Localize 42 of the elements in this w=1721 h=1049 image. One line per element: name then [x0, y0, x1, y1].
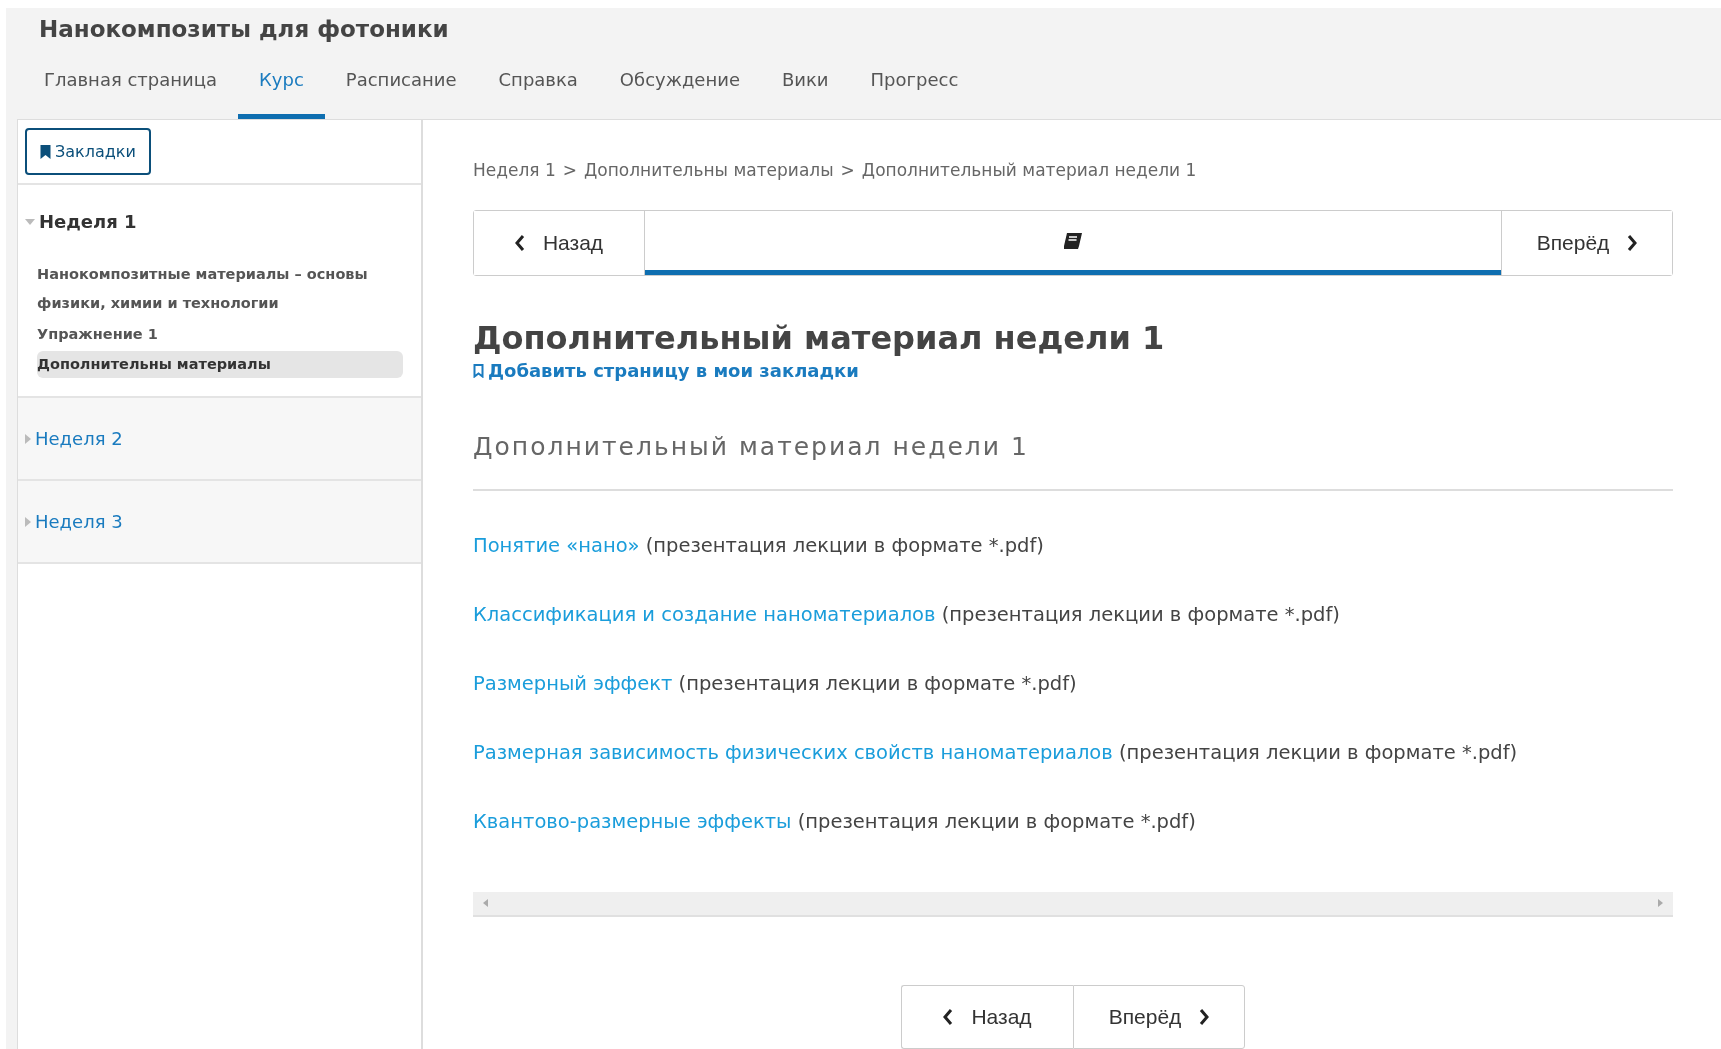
- bookmarks-button[interactable]: Закладки: [25, 128, 151, 175]
- previous-button[interactable]: Назад: [474, 211, 645, 275]
- bookmark-icon: [40, 144, 51, 159]
- breadcrumb-link[interactable]: Дополнительный материал недели 1: [861, 160, 1197, 190]
- resource-line: Квантово-размерные эффекты (презентация лекции в формате *.pdf): [473, 808, 1197, 835]
- course-tab[interactable]: Обсуждение: [598, 69, 761, 119]
- horizontal-scrollbar[interactable]: [473, 891, 1673, 917]
- caret-down-icon: [25, 218, 35, 225]
- course-tab[interactable]: Вики: [760, 69, 850, 119]
- breadcrumb-separator: >: [840, 160, 855, 182]
- chevron-right-icon: [1627, 235, 1638, 251]
- course-tab[interactable]: Расписание: [324, 69, 478, 119]
- page-title: Дополнительный материал недели 1: [473, 318, 1166, 358]
- resource-line: Размерная зависимость физических свойств наноматериалов (презентация лекции в формате *.pdf): [473, 739, 1519, 766]
- course-title: Нанокомпозиты для фотоники: [38, 15, 450, 44]
- course-tab[interactable]: Справка: [477, 69, 599, 119]
- course-tab[interactable]: Прогресс: [849, 69, 980, 119]
- book-icon: [1062, 231, 1084, 250]
- chevron-right-icon: [1199, 1008, 1210, 1025]
- chevron-left-icon: [943, 1008, 954, 1025]
- sidebar-item[interactable]: Нанокомпозитные материалы – основы физики, химии и технологии: [37, 260, 403, 318]
- breadcrumb-link[interactable]: Неделя 1: [473, 160, 556, 190]
- resource-line: Размерный эффект (презентация лекции в формате *.pdf): [473, 670, 1078, 697]
- chevron-left-icon: [514, 235, 525, 251]
- section-toggle[interactable]: Неделя 1: [25, 211, 421, 232]
- next-button[interactable]: Вперёд: [1073, 984, 1245, 1049]
- bookmark-icon: [473, 363, 484, 378]
- course-tab[interactable]: Главная страница: [23, 69, 239, 119]
- sidebar-item[interactable]: Упражнение 1: [37, 320, 403, 349]
- resource-line: Понятие «нано» (презентация лекции в формате *.pdf): [473, 532, 1045, 559]
- resource-line: Классификация и создание наноматериалов (презентация лекции в формате *.pdf): [473, 601, 1341, 628]
- next-button[interactable]: Вперёд: [1501, 211, 1672, 275]
- breadcrumb-separator: >: [562, 160, 578, 182]
- breadcrumb-link[interactable]: Дополнительны материалы: [584, 160, 834, 190]
- scroll-left-icon[interactable]: [483, 899, 488, 907]
- caret-right-icon: [25, 433, 31, 444]
- caret-right-icon: [25, 516, 31, 527]
- sidebar-item[interactable]: Дополнительны материалы: [37, 351, 403, 378]
- section-heading: Дополнительный материал недели 1: [473, 431, 1673, 491]
- scroll-right-icon[interactable]: [1658, 899, 1663, 907]
- previous-button[interactable]: Назад: [901, 984, 1073, 1049]
- add-bookmark-link[interactable]: Добавить страницу в мои закладки: [473, 360, 859, 381]
